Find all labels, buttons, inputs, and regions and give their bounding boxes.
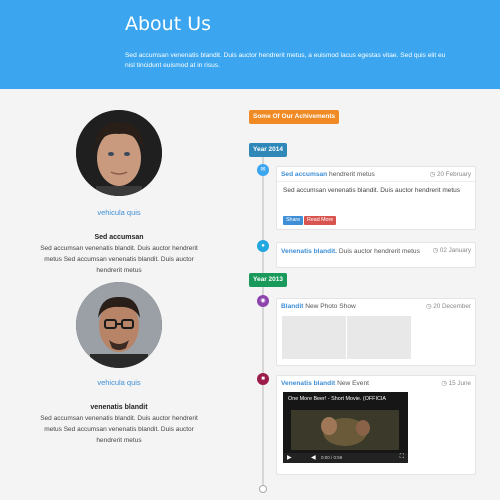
- video-controls[interactable]: ▶ ◀ 0:00 / 0:59 ⛶: [283, 453, 408, 463]
- timeline-card: Sed accumsan hendrerit metus ◷ 20 Februa…: [276, 166, 476, 230]
- envelope-icon: ✉: [257, 164, 269, 176]
- clock-icon: ◷: [441, 380, 447, 387]
- photo-placeholder[interactable]: [347, 316, 411, 359]
- page-title: About Us: [125, 13, 212, 35]
- entry-subtitle: hendrerit metus: [329, 171, 375, 178]
- share-button[interactable]: Share: [283, 216, 304, 225]
- person-description: Sed accumsan venenatis blandit. Duis auc…: [40, 415, 198, 444]
- person-name-link[interactable]: vehicula quis: [39, 208, 199, 217]
- play-icon[interactable]: ▶: [287, 454, 292, 461]
- fullscreen-icon[interactable]: ⛶: [400, 454, 404, 461]
- photo-placeholder[interactable]: [282, 316, 346, 359]
- clock-icon: ◷: [432, 247, 439, 254]
- timeline-card: Blandit New Photo Show ◷ 20 December: [276, 298, 476, 366]
- timeline-card: Venenatis blandit. Duis auctor hendrerit…: [276, 242, 476, 268]
- year-label: Year 2014: [249, 143, 288, 157]
- user-icon: ●: [257, 240, 269, 252]
- avatar: [76, 282, 162, 368]
- video-player[interactable]: One More Beer! - Short Movie. (OFFICIA ▶…: [283, 392, 408, 463]
- volume-icon[interactable]: ◀: [311, 454, 316, 461]
- person-description: Sed accumsan venenatis blandit. Duis auc…: [40, 245, 198, 274]
- timeline-card: Venenatis blandit New Event ◷ 15 June On…: [276, 375, 476, 475]
- achievements-heading: Some Of Our Achivements: [249, 110, 340, 124]
- person-title: venenatis blandit: [90, 404, 148, 411]
- entry-body: Sed accumsan venenatis blandit. Duis auc…: [283, 187, 461, 194]
- entry-date: 20 February: [437, 171, 471, 178]
- entry-title-link[interactable]: Venenatis blandit: [281, 380, 335, 387]
- timeline-end-icon: [259, 485, 267, 493]
- entry-title-link[interactable]: Blandit: [281, 303, 303, 310]
- clock-icon: ◷: [425, 303, 432, 310]
- entry-date: 15 June: [448, 380, 471, 387]
- entry-title-link[interactable]: Sed accumsan: [281, 171, 327, 178]
- card-divider: [277, 181, 475, 182]
- video-time: 0:00 / 0:59: [321, 455, 343, 460]
- about-header: About Us Sed accumsan venenatis blandit.…: [0, 0, 500, 89]
- entry-date: 20 December: [433, 303, 471, 310]
- camera-icon: ◉: [257, 295, 269, 307]
- entry-date: 02 January: [439, 247, 471, 254]
- person-title: Sed accumsan: [94, 234, 144, 241]
- read-more-button[interactable]: Read More: [304, 216, 337, 225]
- year-label: Year 2013: [249, 273, 288, 287]
- entry-title-link[interactable]: Venenatis blandit.: [281, 248, 337, 255]
- person-name-link[interactable]: vehicula quis: [39, 378, 199, 387]
- entry-subtitle: New Photo Show: [305, 303, 356, 310]
- entry-subtitle: Duis auctor hendrerit metus: [338, 248, 420, 255]
- entry-subtitle: New Event: [337, 380, 369, 387]
- video-icon: ■: [257, 373, 269, 385]
- timeline-line: [262, 155, 264, 490]
- avatar: [76, 110, 162, 196]
- clock-icon: ◷: [429, 171, 436, 178]
- intro-text: Sed accumsan venenatis blandit. Duis auc…: [125, 52, 446, 69]
- video-title: One More Beer! - Short Movie. (OFFICIA: [288, 396, 386, 402]
